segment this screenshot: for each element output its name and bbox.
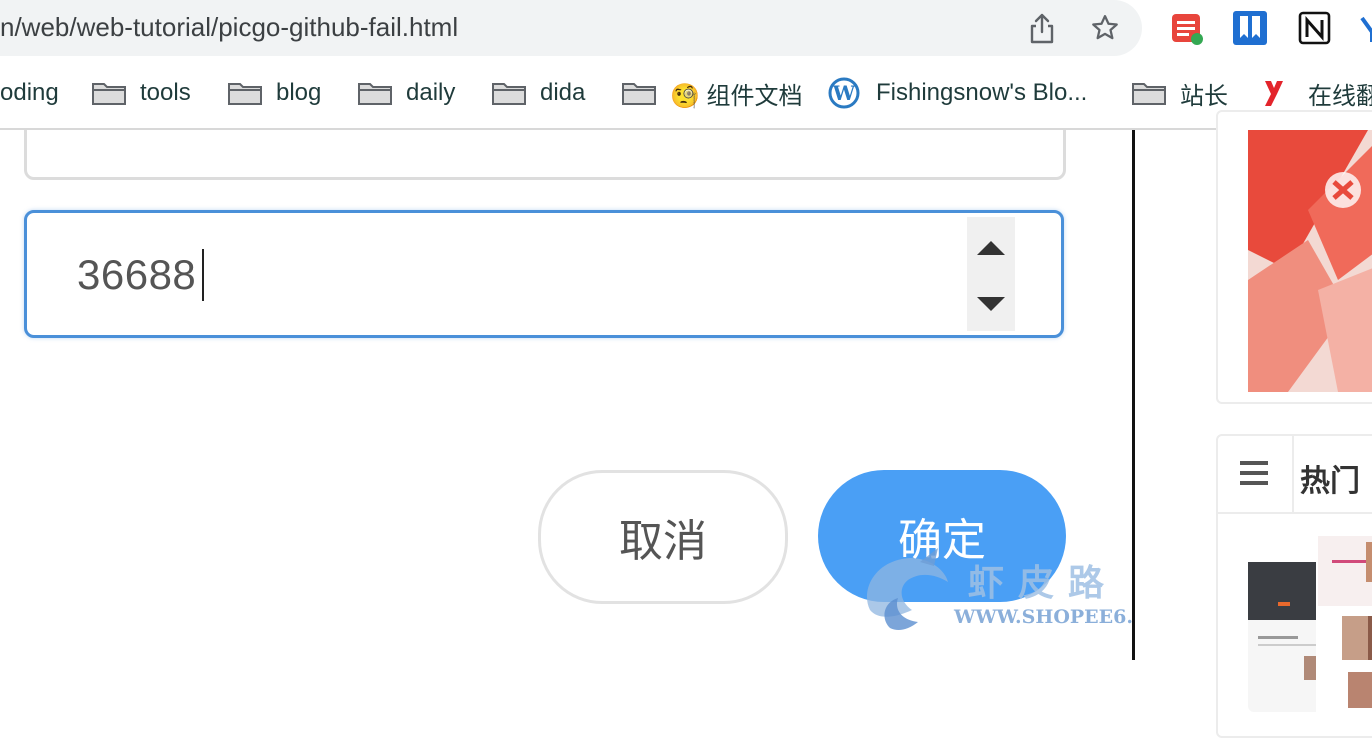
header-divider: [1292, 436, 1294, 512]
article-image: 36688 取消 确定 虾皮路 WWW.SHOPEE6.COM: [0, 130, 1135, 660]
decorative-image: [1248, 130, 1372, 392]
dragon-logo-icon: [866, 548, 948, 630]
bookmark-label: daily: [406, 79, 456, 106]
extension-icon[interactable]: [1170, 12, 1204, 46]
wordpress-icon: W: [828, 77, 860, 109]
notion-icon[interactable]: [1298, 10, 1332, 46]
bookmark-daily[interactable]: daily: [358, 76, 455, 110]
star-icon[interactable]: [1090, 13, 1120, 43]
share-icon[interactable]: [1028, 12, 1056, 44]
spinner-up-icon[interactable]: [975, 237, 1007, 257]
address-bar: n/web/web-tutorial/picgo-github-fail.htm…: [0, 0, 1372, 58]
url-text: n/web/web-tutorial/picgo-github-fail.htm…: [0, 12, 459, 42]
spinner-down-icon[interactable]: [975, 295, 1007, 315]
bookmark-coding[interactable]: oding: [0, 76, 59, 110]
hot-title: 热门: [1300, 465, 1360, 498]
youdao-icon: [1265, 81, 1283, 106]
watermark-name: 虾皮路: [968, 562, 1119, 604]
bookmark-label: 在线翻: [1308, 82, 1372, 110]
text-input[interactable]: [24, 130, 1066, 180]
bookmark-label: 站长: [1180, 82, 1228, 110]
folder-icon: [92, 83, 126, 105]
number-spinner[interactable]: [967, 217, 1015, 331]
menu-icon[interactable]: [1240, 460, 1270, 486]
bookmark-fishingsnow[interactable]: W Fishingsnow's Blo...: [828, 76, 1087, 110]
hot-card-header: 热门: [1218, 436, 1372, 514]
bookmark-label: dida: [540, 79, 586, 106]
number-input-value: 36688: [77, 251, 197, 298]
bookmark-label: oding: [0, 79, 59, 106]
bookmark-translate[interactable]: 在线翻: [1262, 76, 1372, 110]
svg-text:W: W: [832, 81, 856, 105]
bookmarks-bar: oding tools blog daily dida 🧐 组件文档 W Fis…: [0, 58, 1372, 130]
bookmark-label: 🧐 组件文档: [670, 82, 803, 110]
folder-icon: [358, 83, 392, 105]
bookmark-label: tools: [140, 79, 191, 106]
text-caret: [202, 249, 204, 301]
bookmark-tools[interactable]: tools: [92, 76, 191, 110]
cancel-button[interactable]: 取消: [538, 470, 788, 604]
folder-icon: [492, 83, 526, 105]
extension-icon[interactable]: [1360, 14, 1372, 44]
bookmark-webmaster[interactable]: 站长: [1132, 76, 1228, 110]
sidebar-image-card[interactable]: [1216, 110, 1372, 404]
watermark: 虾皮路 WWW.SHOPEE6.COM: [850, 540, 1132, 650]
bookmark-label: Fishingsnow's Blo...: [876, 79, 1088, 106]
folder-icon: [622, 83, 656, 105]
watermark-url: WWW.SHOPEE6.COM: [954, 606, 1133, 628]
number-input[interactable]: 36688: [24, 210, 1064, 338]
folder-icon: [228, 83, 262, 105]
article-thumbnail[interactable]: [1248, 532, 1372, 712]
url-field[interactable]: n/web/web-tutorial/picgo-github-fail.htm…: [0, 0, 1142, 56]
bookmark-dida[interactable]: dida: [492, 76, 585, 110]
bookmark-blog[interactable]: blog: [228, 76, 321, 110]
sidebar-hot-card: 热门: [1216, 434, 1372, 738]
bookmark-label: blog: [276, 79, 322, 106]
bookmark-component-docs[interactable]: 🧐 组件文档: [622, 76, 803, 110]
folder-icon: [1132, 83, 1166, 105]
bookmark-icon[interactable]: [1232, 10, 1268, 46]
